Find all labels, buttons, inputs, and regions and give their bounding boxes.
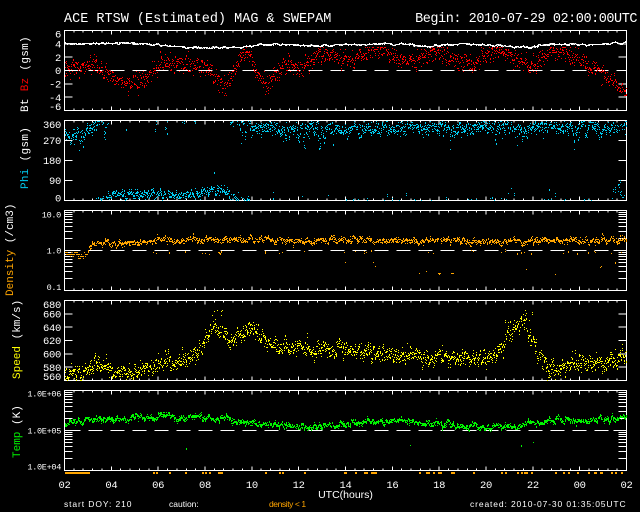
svg-text:Bt Bz (gsm): Bt Bz (gsm) xyxy=(20,36,32,112)
svg-text:06: 06 xyxy=(152,480,164,492)
svg-text:600: 600 xyxy=(43,350,61,362)
svg-text:1.0E+06: 1.0E+06 xyxy=(27,390,61,400)
svg-text:-2: -2 xyxy=(49,80,61,92)
svg-text:02: 02 xyxy=(58,480,70,492)
svg-text:20: 20 xyxy=(480,480,492,492)
svg-text:02: 02 xyxy=(620,480,632,492)
svg-text:00: 00 xyxy=(574,480,586,492)
svg-text:1.0E+05: 1.0E+05 xyxy=(27,427,61,437)
svg-text:1.0E+04: 1.0E+04 xyxy=(27,463,61,473)
svg-text:start DOY: 210: start DOY: 210 xyxy=(64,499,132,509)
svg-text:Begin: 2010-07-29 02:00:00UTC: Begin: 2010-07-29 02:00:00UTC xyxy=(415,12,637,27)
svg-text:04: 04 xyxy=(105,480,117,492)
svg-text:-6: -6 xyxy=(49,102,61,114)
svg-text:0: 0 xyxy=(55,66,61,78)
svg-text:0.1: 0.1 xyxy=(47,283,62,293)
svg-text:Temp (K): Temp (K) xyxy=(12,405,24,458)
svg-text:0: 0 xyxy=(55,194,61,206)
svg-text:density < 1: density < 1 xyxy=(269,499,306,509)
svg-text:660: 660 xyxy=(43,310,61,322)
svg-text:22: 22 xyxy=(527,480,539,492)
svg-text:620: 620 xyxy=(43,336,61,348)
svg-text:ACE RTSW (Estimated) MAG & SWE: ACE RTSW (Estimated) MAG & SWEPAM xyxy=(64,12,331,27)
svg-text:08: 08 xyxy=(199,480,211,492)
svg-text:2: 2 xyxy=(55,53,61,65)
svg-text:1.0: 1.0 xyxy=(47,247,62,257)
svg-text:12: 12 xyxy=(293,480,305,492)
svg-text:UTC(hours): UTC(hours) xyxy=(318,489,373,501)
svg-text:Density (/cm3): Density (/cm3) xyxy=(5,204,17,296)
svg-text:4: 4 xyxy=(55,40,61,52)
svg-text:10.0: 10.0 xyxy=(42,211,61,221)
svg-text:10: 10 xyxy=(246,480,258,492)
svg-text:640: 640 xyxy=(43,323,61,335)
svg-text:360: 360 xyxy=(43,120,61,132)
svg-text:90: 90 xyxy=(49,176,61,188)
svg-text:18: 18 xyxy=(433,480,445,492)
svg-text:16: 16 xyxy=(386,480,398,492)
svg-text:Speed (km/s): Speed (km/s) xyxy=(12,300,24,379)
svg-text:270: 270 xyxy=(43,136,61,148)
svg-text:Phi (gsm): Phi (gsm) xyxy=(20,127,32,189)
svg-text:560: 560 xyxy=(43,372,61,384)
svg-text:caution:: caution: xyxy=(169,499,199,509)
svg-text:180: 180 xyxy=(43,156,61,168)
svg-text:created: 2010-07-30 01:35:05UT: created: 2010-07-30 01:35:05UTC xyxy=(470,499,626,509)
